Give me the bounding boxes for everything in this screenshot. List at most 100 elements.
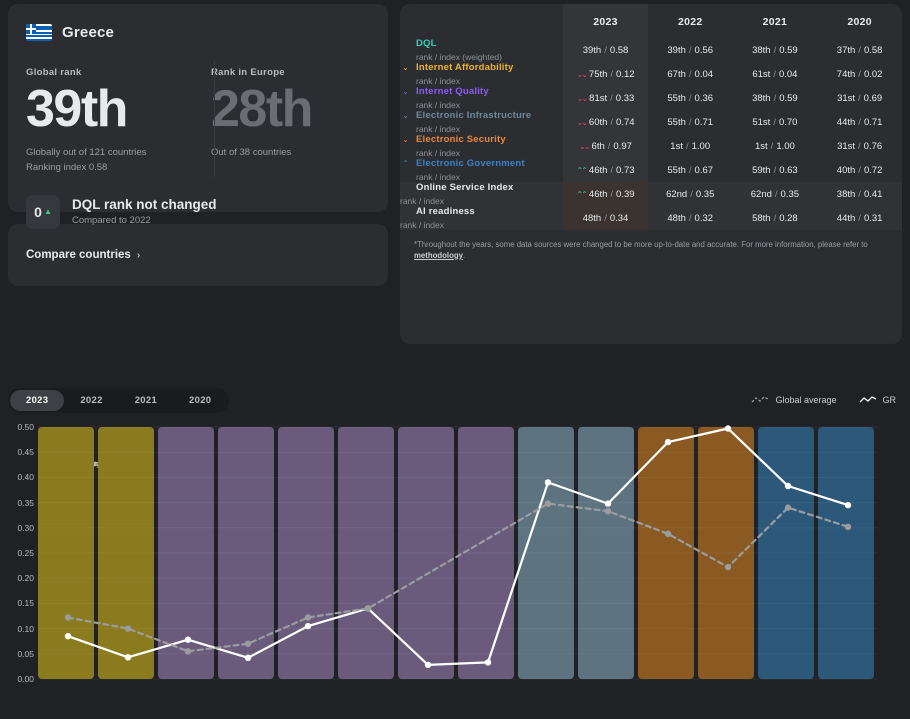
table-row[interactable]: ⌄ Internet Quality rank / index ⌄⌄ 81st/0.33… — [400, 86, 902, 110]
cell-rank: 38th — [836, 188, 856, 200]
metrics-table: 2023 2022 2021 2020 DQL rank / index (wei… — [400, 4, 902, 230]
cell-index: 0.69 — [863, 92, 883, 104]
compare-countries-card[interactable]: Compare countries › — [8, 224, 388, 286]
cell-index: 0.59 — [779, 92, 798, 104]
cell-separator: / — [858, 140, 861, 152]
cell-index: 0.41 — [863, 188, 883, 200]
cell-index: 0.31 — [863, 212, 883, 224]
methodology-link[interactable]: methodology — [414, 251, 463, 260]
category-name: Internet Affordability — [416, 62, 514, 73]
table-cell-2022: 1st/1.00 — [648, 134, 733, 158]
rank-change-text: DQL rank not changed Compared to 2022 — [72, 197, 217, 226]
table-body: DQL rank / index (weighted) 39th/0.58 39th /… — [400, 38, 902, 230]
table-cell-2022: 55th/0.36 — [648, 86, 733, 110]
legend-line-icon — [859, 396, 876, 403]
arrow-down-icon: ⌄⌄ — [576, 93, 588, 103]
table-row[interactable]: ⌄ Electronic Infrastructure rank / index ⌄⌄… — [400, 110, 902, 134]
rank-change-sub: Compared to 2022 — [72, 215, 151, 227]
table-cell-2021: 58th/0.28 — [733, 206, 818, 230]
cell-index: 0.67 — [694, 164, 714, 176]
chevron-down-icon[interactable]: ⌄ — [400, 111, 411, 120]
compare-countries-link[interactable]: Compare countries › — [26, 249, 140, 261]
chevron-down-icon[interactable]: ⌄ — [400, 135, 411, 144]
arrow-down-icon: ⌄⌄ — [576, 69, 588, 79]
year-tab-2023[interactable]: 2023 — [10, 389, 65, 411]
table-cell-2023: ⌄⌄ 81st/0.33 — [563, 86, 648, 110]
category-sublabel: rank / index — [416, 172, 460, 182]
cell-separator: / — [858, 92, 861, 104]
table-row[interactable]: Online Service Index rank / index ⌃⌃ 46th/0… — [400, 182, 902, 206]
cell-rank: 60th — [588, 116, 608, 128]
cell-rank: 55th — [667, 92, 686, 104]
table-header-year-2[interactable]: 2021 — [733, 4, 818, 38]
arrow-down-icon: ⌄⌄ — [579, 141, 590, 151]
cell-separator: / — [610, 68, 614, 80]
ranking-index: Ranking index 0.58 — [26, 161, 108, 173]
cell-separator: / — [610, 116, 614, 128]
table-cell-2021: 51st/0.70 — [733, 110, 818, 134]
table-cell-2022: 39th/0.56 — [648, 38, 733, 62]
cell-separator: / — [773, 116, 776, 128]
rank-change-row: 0 ▲ DQL rank not changed Compared to 202… — [26, 194, 370, 229]
legend-item-global-average[interactable]: Global average — [751, 395, 837, 405]
vertical-divider — [214, 61, 215, 177]
chevron-right-icon: › — [136, 249, 141, 261]
table-header-year-0[interactable]: 2023 — [563, 4, 648, 38]
cell-index: 0.04 — [694, 68, 714, 80]
cell-rank: 46th — [588, 188, 608, 200]
caret-up-icon: ▲ — [43, 206, 52, 216]
table-cell-2023: 39th/0.58 — [563, 38, 648, 62]
cell-rank: 55th — [667, 116, 686, 128]
cell-index: 0.59 — [779, 44, 798, 56]
cell-rank: 58th — [752, 212, 771, 224]
cell-separator: / — [688, 44, 692, 56]
cell-rank: 38th — [752, 92, 771, 104]
legend-item-gr[interactable]: GR — [859, 395, 896, 405]
year-tab-2022[interactable]: 2022 — [64, 390, 118, 411]
table-cell-2020: 38th/0.41 — [817, 182, 902, 206]
cell-separator: / — [688, 164, 692, 176]
cell-index: 0.39 — [616, 188, 635, 200]
cell-rank: 6th — [591, 140, 605, 152]
chevron-up-icon[interactable]: ⌃ — [400, 159, 411, 168]
cell-index: 0.56 — [694, 44, 714, 56]
category-name: Electronic Security — [416, 134, 506, 145]
cell-rank: 51st — [752, 116, 771, 128]
global-rank-value: 39th — [26, 80, 128, 138]
table-row[interactable]: AI readiness rank / index 48th/0.34 48th/0.… — [400, 206, 902, 230]
category-sublabel: rank / index — [416, 100, 460, 110]
greece-flag-icon — [26, 24, 52, 41]
cell-index: 0.63 — [779, 164, 798, 176]
year-tab-2021[interactable]: 2021 — [119, 390, 173, 411]
cell-separator: / — [773, 44, 777, 56]
table-header-year-3[interactable]: 2020 — [817, 4, 902, 38]
cell-separator: / — [688, 212, 692, 224]
table-cell-2021: 1st/1.00 — [733, 134, 818, 158]
table-row[interactable]: ⌄ Internet Affordability rank / index ⌄⌄ 75t… — [400, 62, 902, 86]
category-sublabel: rank / index — [400, 196, 444, 206]
cell-rank: 46th — [588, 164, 608, 176]
table-row[interactable]: DQL rank / index (weighted) 39th/0.58 39th /… — [400, 38, 902, 62]
global-rank-sub: Globally out of 121 countries — [26, 146, 147, 158]
table-cell-2021: 59th/0.63 — [733, 158, 818, 182]
cell-rank: 31st — [837, 92, 856, 104]
category-sublabel: rank / index — [416, 76, 460, 86]
legend-label: Global average — [775, 395, 837, 405]
chart-legend: Global average GR — [751, 395, 896, 405]
chevron-down-icon[interactable]: ⌄ — [400, 63, 411, 72]
table-row[interactable]: ⌄ Electronic Security rank / index ⌄⌄ 6th/0.… — [400, 134, 902, 158]
year-tab-2020[interactable]: 2020 — [173, 390, 227, 411]
cell-separator: / — [858, 116, 861, 128]
table-row[interactable]: ⌃ Electronic Government rank / index ⌃⌃ 46th… — [400, 158, 902, 182]
chevron-down-icon[interactable]: ⌄ — [400, 87, 411, 96]
cell-separator: / — [688, 68, 692, 80]
table-cell-2023: ⌄⌄ 6th/0.97 — [563, 134, 648, 158]
cell-index: 0.36 — [694, 92, 714, 104]
chart-plot-area: 0.50 0.45 0.40 0.35 0.30 0.25 0.20 0.15 0.10 0.05… — [0, 419, 910, 709]
table-header-year-1[interactable]: 2022 — [648, 4, 733, 38]
cell-index: 0.71 — [694, 116, 714, 128]
arrow-up-icon: ⌃⌃ — [576, 165, 588, 175]
global-rank-block: Global rank 39th Globally out of 121 cou… — [26, 67, 185, 173]
cell-index: 0.97 — [613, 140, 632, 152]
metrics-table-card: 2023 2022 2021 2020 DQL rank / index (wei… — [400, 4, 902, 344]
